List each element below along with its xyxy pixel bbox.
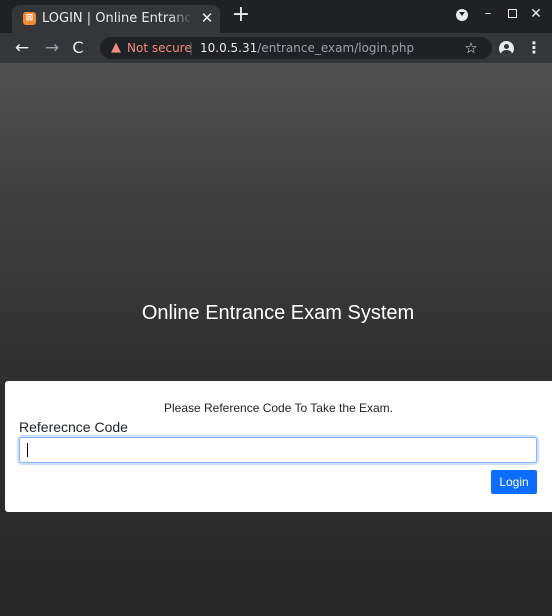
minimize-button[interactable]: – bbox=[479, 5, 497, 23]
browser-menu-icon[interactable]: ⋮ bbox=[526, 37, 542, 59]
address-bar[interactable]: ▲ Not secure | 10.0.5.31/entrance_exam/l… bbox=[100, 37, 492, 59]
login-prompt: Please Reference Code To Take the Exam. bbox=[163, 401, 394, 415]
new-tab-button[interactable]: + bbox=[230, 4, 252, 26]
tab-close-icon[interactable]: ✕ bbox=[198, 9, 216, 27]
maximize-button[interactable] bbox=[503, 5, 521, 23]
login-button[interactable]: Login bbox=[491, 470, 537, 494]
tab-title: LOGIN | Online Entrance Exam System bbox=[42, 11, 192, 26]
bookmark-star-icon[interactable]: ☆ bbox=[462, 37, 480, 59]
forward-button[interactable]: → bbox=[41, 37, 63, 59]
url-host: 10.0.5.31 bbox=[200, 41, 258, 55]
tab-strip: ⊠ LOGIN | Online Entrance Exam System ✕ … bbox=[0, 0, 552, 33]
page-viewport: Online Entrance Exam System Please Refer… bbox=[0, 63, 552, 616]
text-caret bbox=[27, 443, 28, 457]
close-window-button[interactable]: ✕ bbox=[527, 5, 545, 23]
page-title: Online Entrance Exam System bbox=[141, 302, 415, 324]
reload-button[interactable]: C bbox=[67, 37, 89, 59]
reference-code-label: Referecnce Code bbox=[19, 419, 128, 435]
profile-avatar-icon[interactable] bbox=[499, 41, 514, 56]
address-url[interactable]: 10.0.5.31/entrance_exam/login.php bbox=[200, 40, 414, 56]
tab-search-icon[interactable] bbox=[456, 9, 468, 21]
login-card: Please Reference Code To Take the Exam. … bbox=[5, 381, 552, 512]
maximize-icon bbox=[507, 9, 517, 18]
back-button[interactable]: ← bbox=[11, 37, 33, 59]
site-favicon-icon: ⊠ bbox=[23, 12, 36, 25]
reference-code-input[interactable] bbox=[19, 437, 537, 463]
security-status[interactable]: Not secure bbox=[127, 40, 192, 56]
warning-icon[interactable]: ▲ bbox=[111, 40, 125, 55]
url-path: /entrance_exam/login.php bbox=[257, 41, 415, 55]
address-separator: | bbox=[189, 41, 194, 55]
browser-toolbar: ← → C ▲ Not secure | 10.0.5.31/entrance_… bbox=[0, 33, 552, 63]
browser-tab[interactable]: ⊠ LOGIN | Online Entrance Exam System ✕ bbox=[12, 5, 220, 33]
